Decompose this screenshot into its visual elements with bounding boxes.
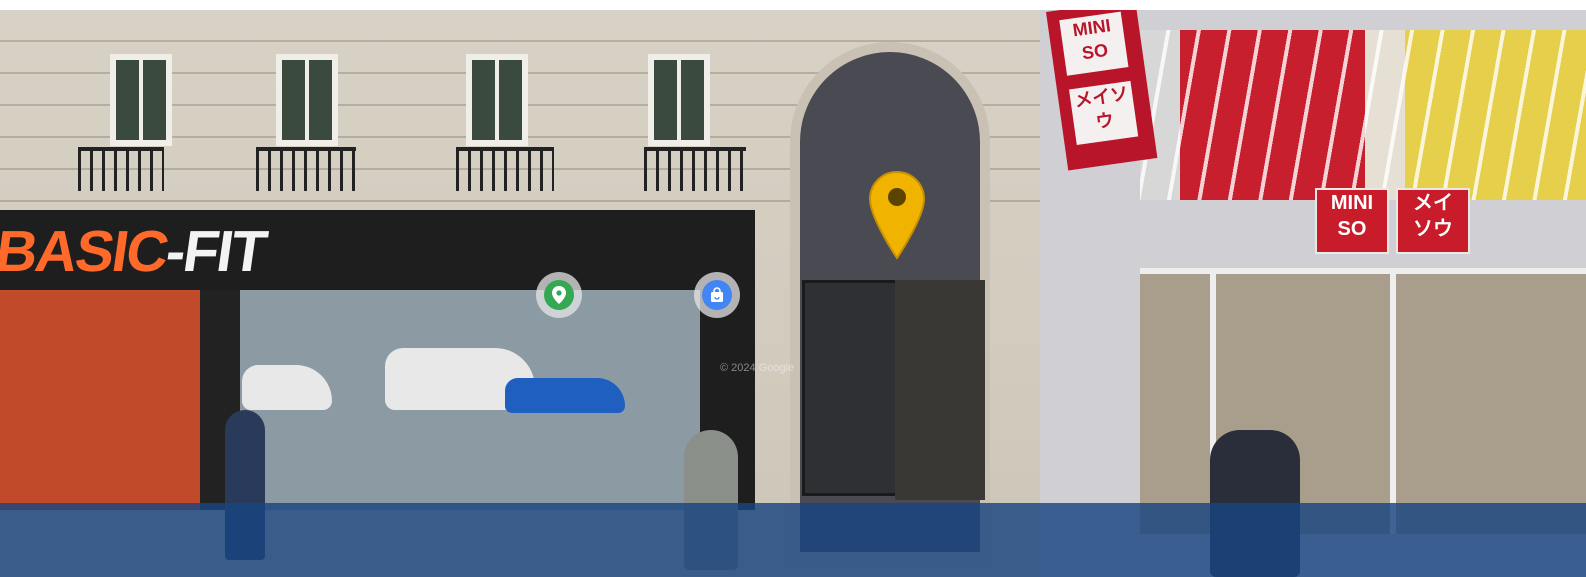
window [276, 54, 338, 146]
window [648, 54, 710, 146]
top-strip [0, 0, 1586, 10]
window-bars [1140, 30, 1586, 200]
entrance-door-open [895, 280, 985, 500]
balcony-railing [644, 147, 746, 191]
window [466, 54, 528, 146]
poi-shopping-marker[interactable] [694, 272, 740, 318]
window [110, 54, 172, 146]
balcony-railing [456, 147, 554, 191]
poi-location-marker[interactable] [536, 272, 582, 318]
gym-storefront-glass [0, 290, 755, 510]
copyright-watermark: © 2024 Google [720, 362, 795, 374]
map-pin-icon [868, 170, 926, 260]
shop-entrance [1140, 268, 1586, 534]
location-pin-icon [544, 280, 574, 310]
place-location-pin[interactable] [868, 170, 926, 260]
gym-logo: BASIC-FIT [0, 219, 270, 284]
street-scene-image[interactable]: BASIC-FIT © 2024 Google MINI SO メイソウ MIN… [0, 10, 1586, 577]
balcony-railing [256, 147, 356, 191]
bottom-info-bar [0, 503, 1586, 577]
entrance-door [802, 280, 898, 496]
balcony-railing [78, 147, 164, 191]
reflected-blue-car [505, 378, 625, 413]
shop-sign-latin: MINI SO [1315, 188, 1389, 254]
shopping-bag-icon [702, 280, 732, 310]
street-view-panorama[interactable]: BASIC-FIT © 2024 Google MINI SO メイソウ MIN… [0, 0, 1586, 577]
shop-sign-katakana: メイ ソウ [1396, 188, 1470, 254]
